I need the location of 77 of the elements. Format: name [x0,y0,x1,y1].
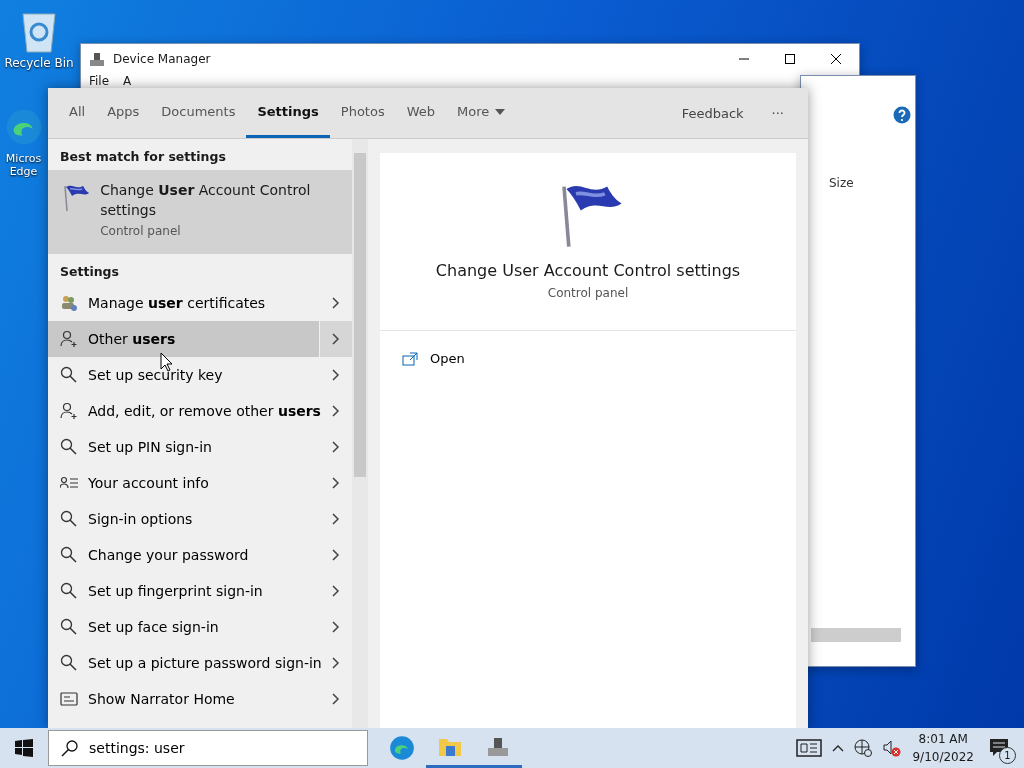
vertical-scrollbar[interactable] [352,139,368,728]
chevron-right-icon [332,297,340,309]
filter-tab[interactable]: Photos [329,88,396,138]
search-icon [60,366,78,384]
result-item[interactable]: Set up security key [48,357,352,393]
menu-item[interactable]: File [89,74,110,88]
person-add-icon [60,402,78,420]
filter-tab[interactable]: Documents [150,88,247,138]
result-item[interactable]: Other users [48,321,352,357]
detail-title: Change User Account Control settings [435,261,741,280]
users-certificate-icon [60,294,78,312]
desktop-icon-label: Recycle Bin [4,56,74,71]
search-icon [60,618,78,636]
search-icon [60,546,78,564]
best-match-item[interactable]: Change User Account Control settings Control panel [48,170,352,254]
detail-subtitle: Control panel [547,286,629,300]
result-item[interactable]: Change your password [48,537,352,573]
chevron-right-icon [332,333,340,345]
result-item[interactable]: Manage user certificates [48,285,352,321]
globe-icon[interactable] [854,739,873,757]
result-item[interactable]: Set up face sign-in [48,609,352,645]
column-header[interactable]: Size [829,176,854,190]
maximize-icon [784,53,796,65]
chevron-right-icon [332,369,340,381]
edge-icon[interactable] [4,108,43,146]
result-item[interactable]: Sign-in options [48,501,352,537]
open-icon [402,351,418,366]
caret-down-icon [495,108,506,115]
chevron-right-icon [332,549,340,561]
feedback-button[interactable]: Feedback [667,88,758,138]
chevron-right-icon [332,405,340,417]
narrator-icon [60,692,78,706]
result-item[interactable]: Set up a picture password sign-in [48,645,352,681]
help-icon[interactable] [893,106,911,124]
chevron-right-icon [332,513,340,525]
close-icon [830,53,842,65]
clock-date[interactable]: 9/10/2022 [912,748,974,766]
result-item[interactable]: Add, edit, or remove other users [48,393,352,429]
desktop-icon-label: Micros Edge [4,152,43,179]
chevron-right-icon [332,693,340,705]
chevron-right-icon [332,657,340,669]
result-item[interactable]: Set up PIN sign-in [48,429,352,465]
search-box[interactable]: settings: user [48,730,368,766]
horizontal-scrollbar[interactable] [811,628,901,642]
filter-tab[interactable]: Settings [246,88,330,138]
clock-time[interactable]: 8:01 AM [912,730,974,748]
search-input[interactable]: settings: user [89,740,349,756]
filter-tab[interactable]: All [58,88,97,138]
filter-tab[interactable]: Apps [96,88,151,138]
filter-tab[interactable]: More [446,88,517,138]
result-item[interactable]: Show Narrator Home [48,681,352,717]
search-icon [61,739,79,757]
windows-logo-icon [15,739,33,757]
person-add-icon [60,330,78,348]
chevron-up-icon[interactable] [832,744,845,752]
result-item[interactable]: Set up fingerprint sign-in [48,573,352,609]
news-icon[interactable] [796,739,823,757]
search-icon [60,438,78,456]
result-item[interactable]: Your account info [48,465,352,501]
chevron-right-icon [332,477,340,489]
menu-item[interactable]: A [123,74,132,88]
filter-tab[interactable]: Web [395,88,446,138]
notification-count: 1 [999,747,1016,764]
chevron-right-icon [332,441,340,453]
section-header: Best match for settings [59,148,227,166]
device-manager-icon [89,51,105,67]
window-title: Device Manager [113,52,211,66]
search-icon [60,582,78,600]
open-action[interactable]: Open [380,331,796,386]
more-options-button[interactable]: ··· [757,88,798,138]
search-icon [60,654,78,672]
chevron-right-icon [332,585,340,597]
speaker-muted-icon[interactable] [882,739,903,757]
account-info-icon [60,476,78,490]
chevron-right-icon [332,621,340,633]
search-icon [60,510,78,528]
section-header: Settings [59,263,120,281]
